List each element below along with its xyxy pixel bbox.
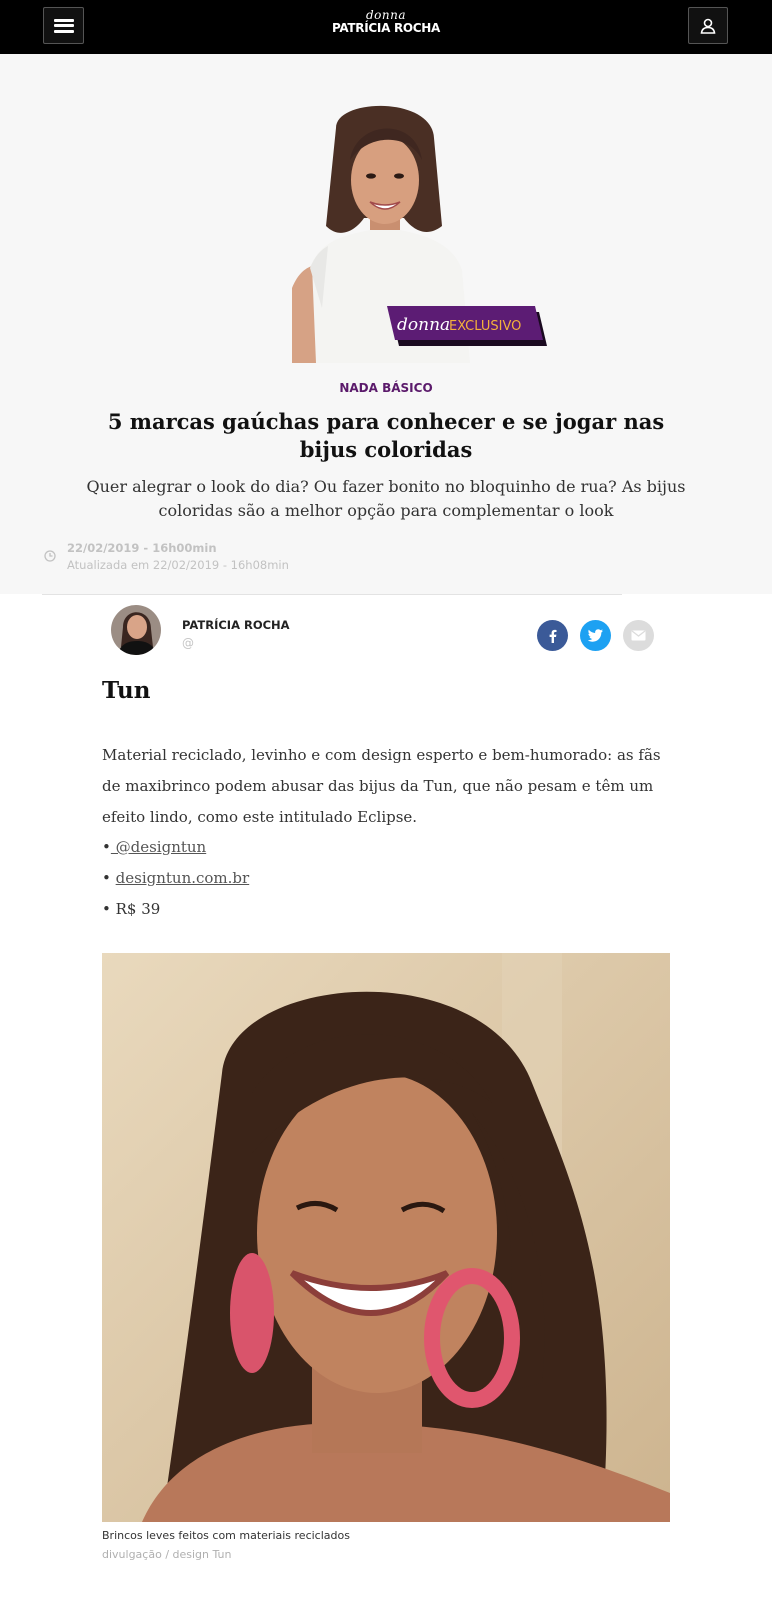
clock-icon [44,550,56,562]
share-facebook-button[interactable] [537,620,568,651]
list-item: • @designtun [102,838,206,856]
bullet-mark: • [102,900,111,918]
badge-exclusivo: EXCLUSIVO [449,319,521,334]
exclusive-badge: donna EXCLUSIVO [387,306,551,346]
article-hero: donna EXCLUSIVO NADA BÁSICO 5 marcas gaú… [0,54,772,595]
section-kicker[interactable]: NADA BÁSICO [0,381,772,395]
divider [42,594,622,595]
photo-credit: divulgação / design Tun [102,1548,232,1561]
bullet-mark: • [102,869,111,887]
share-email-button[interactable] [623,620,654,651]
published-date: 22/02/2019 - 16h00min [67,541,217,555]
avatar[interactable] [111,605,161,655]
article-photo [102,953,670,1522]
author-handle[interactable]: @ [182,636,194,650]
article-subhead: Quer alegrar o look do dia? Ou fazer bon… [86,477,686,520]
photo-caption: Brincos leves feitos com materiais recic… [102,1529,350,1542]
website-link[interactable]: designtun.com.br [116,869,250,887]
site-logo[interactable]: donna PATRÍCIA ROCHA [0,9,772,35]
price-text: R$ 39 [115,900,161,918]
user-icon [700,18,716,34]
updated-date: Atualizada em 22/02/2019 - 16h08min [67,558,289,572]
list-item: • R$ 39 [102,900,160,918]
article-paragraph: Material reciclado, levinho e com design… [102,746,661,826]
logo-donna: donna [365,8,407,22]
section-title: Tun [102,677,151,704]
author-name[interactable]: PATRÍCIA ROCHA [182,618,290,632]
top-bar: donna PATRÍCIA ROCHA [0,0,772,54]
list-item: • designtun.com.br [102,869,249,887]
article-headline: 5 marcas gaúchas para conhecer e se joga… [107,409,665,462]
facebook-icon [549,629,556,643]
badge-donna: donna [397,315,450,335]
share-twitter-button[interactable] [580,620,611,651]
user-button[interactable] [688,7,728,44]
bullet-mark: • [102,838,111,856]
email-icon [631,630,646,641]
twitter-icon [588,629,603,642]
logo-patricia-rocha: PATRÍCIA ROCHA [331,21,441,35]
instagram-link[interactable]: @designtun [111,838,207,856]
